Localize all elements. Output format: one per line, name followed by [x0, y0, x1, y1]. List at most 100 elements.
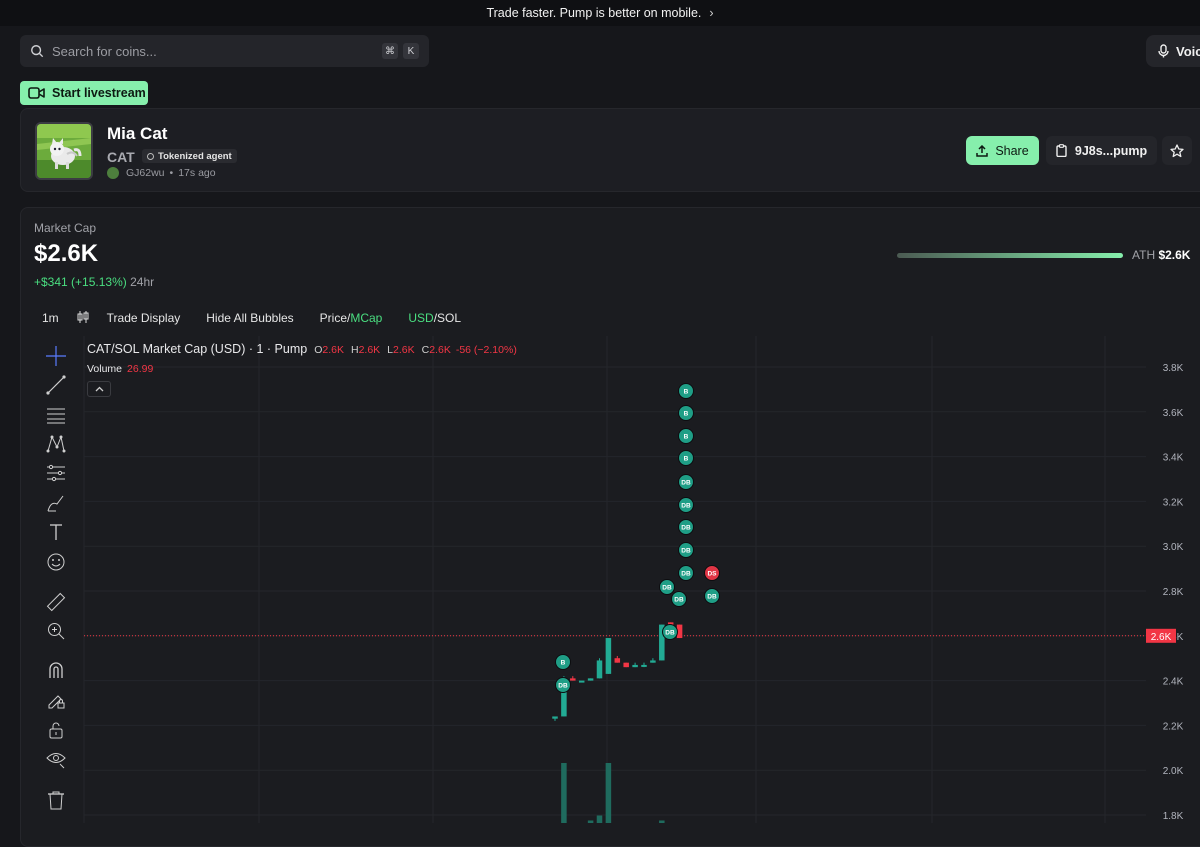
bubble-label: DB	[674, 597, 684, 604]
price-option: Price/	[319, 311, 351, 325]
bubble-label: DB	[681, 503, 691, 510]
pattern-icon[interactable]	[44, 432, 68, 456]
sol-option: /SOL	[433, 311, 462, 325]
candle-body	[650, 660, 656, 663]
ath-progress-bar	[897, 253, 1123, 258]
crosshair-icon[interactable]	[44, 344, 68, 368]
mcap-option: MCap	[350, 311, 383, 325]
projection-icon[interactable]	[44, 461, 68, 485]
candle-type-icon[interactable]	[77, 310, 89, 327]
y-tick-label: 3.0K	[1163, 542, 1184, 553]
trash-icon[interactable]	[44, 788, 68, 812]
y-tick-label: 2.0K	[1163, 766, 1184, 777]
candle-body	[552, 716, 558, 719]
coin-image[interactable]	[35, 122, 93, 180]
coin-name: Mia Cat	[107, 124, 168, 143]
promo-banner[interactable]: Trade faster. Pump is better on mobile. …	[0, 0, 1200, 26]
text-icon[interactable]	[44, 520, 68, 544]
usd-option: USD	[408, 311, 434, 325]
volume-value: 26.99	[127, 363, 154, 375]
copy-address-button[interactable]: 9J8s...pump	[1046, 136, 1157, 165]
clipboard-icon	[1056, 144, 1067, 157]
candle-body	[614, 658, 621, 663]
legend-h-label: H	[350, 344, 359, 356]
volume-bar	[561, 763, 567, 823]
interval-selector[interactable]: 1m	[42, 311, 59, 325]
shortcut-key-k: K	[403, 43, 419, 59]
collapse-legend-button[interactable]	[87, 381, 111, 397]
zoom-in-icon[interactable]	[44, 619, 68, 643]
chart-legend: CAT/SOL Market Cap (USD) · 1 · Pump O 2.6…	[87, 342, 517, 356]
microphone-icon	[1158, 44, 1169, 58]
change-value: +$341 (+15.13%)	[34, 275, 127, 289]
ruler-icon[interactable]	[44, 590, 68, 614]
candle-body	[641, 664, 647, 667]
star-icon	[1170, 143, 1184, 157]
bubble-label: DB	[665, 630, 675, 637]
y-tick-label: 3.4K	[1163, 453, 1184, 464]
voice-label: Voic	[1176, 43, 1200, 59]
bubble-label: DB	[662, 585, 672, 592]
change-period: 24hr	[130, 275, 155, 289]
trade-display-toggle[interactable]: Trade Display	[107, 311, 181, 325]
bubble-label: DB	[707, 594, 717, 601]
legend-change: -56 (−2.10%)	[455, 344, 517, 356]
candle-body	[623, 662, 629, 668]
badge-label: Tokenized agent	[158, 150, 232, 162]
price-mcap-toggle[interactable]: Price/MCap	[320, 311, 383, 325]
candle-body	[578, 680, 585, 683]
chart-toolbar: 1m Trade Display Hide All Bubbles Price/…	[42, 310, 487, 326]
candle-body	[632, 664, 638, 668]
ath-indicator: ATH $2.6K	[1132, 248, 1190, 262]
legend-c-value: 2.6K	[429, 344, 451, 356]
bubble-label: DS	[707, 571, 717, 578]
coin-header: Mia Cat CAT Tokenized agent GJ62wu • 17s…	[20, 108, 1200, 192]
share-label: Share	[995, 143, 1029, 158]
legend-o-label: O	[314, 344, 323, 356]
y-tick-label: 2.4K	[1163, 677, 1184, 688]
coin-age: 17s ago	[178, 167, 216, 179]
bubble-label: B	[684, 434, 689, 441]
volume-bar	[605, 763, 612, 823]
start-livestream-button[interactable]: Start livestream	[20, 81, 148, 105]
voice-button[interactable]: Voic	[1146, 35, 1200, 67]
candle-body	[587, 678, 594, 681]
ath-progress-fill	[897, 253, 1123, 258]
currency-toggle[interactable]: USD/SOL	[408, 311, 461, 325]
hide-bubbles-toggle[interactable]: Hide All Bubbles	[206, 311, 293, 325]
current-price-label: 2.6K	[1151, 632, 1172, 643]
emoji-icon[interactable]	[44, 550, 68, 574]
trend-line-icon[interactable]	[44, 373, 68, 397]
search-bar[interactable]: Search for coins... ⌘ K	[20, 35, 429, 67]
search-icon	[31, 45, 44, 58]
market-cap-label: Market Cap	[34, 221, 97, 235]
separator-dot: •	[169, 167, 174, 179]
coin-picture	[37, 124, 91, 178]
share-button[interactable]: Share	[966, 136, 1039, 165]
candle-body	[605, 638, 612, 674]
bubble-label: DB	[681, 525, 691, 532]
address-label: 9J8s...pump	[1074, 143, 1148, 158]
bubble-label: DB	[681, 480, 691, 487]
market-cap-change: +$341 (+15.13%) 24hr	[34, 275, 154, 289]
fib-retracement-icon[interactable]	[44, 403, 68, 427]
tokenized-agent-badge: Tokenized agent	[142, 149, 237, 163]
bubble-label: B	[684, 411, 689, 418]
chevron-up-icon	[95, 386, 103, 392]
creator-info[interactable]: GJ62wu • 17s ago	[107, 167, 216, 179]
favorite-button[interactable]	[1162, 136, 1192, 165]
brush-icon[interactable]	[44, 491, 68, 515]
bubble-label: B	[561, 660, 566, 667]
promo-text: Trade faster. Pump is better on mobile.	[486, 6, 702, 20]
lock-drawing-icon[interactable]	[44, 688, 68, 712]
magnet-icon[interactable]	[44, 658, 68, 682]
creator-avatar	[107, 167, 119, 179]
price-chart[interactable]: 3.8K 3.6K 3.4K 3.2K 3.0K 2.8K 2.6K 2.4K 2.2K 2.0K…	[34, 336, 1200, 823]
legend-title: CAT/SOL Market Cap (USD) · 1 · Pump	[87, 342, 308, 356]
eye-icon[interactable]	[44, 746, 68, 770]
bubble-label: DB	[681, 571, 691, 578]
video-camera-icon	[28, 87, 45, 99]
ath-label: ATH	[1132, 248, 1156, 262]
legend-h-value: 2.6K	[358, 344, 381, 356]
unlock-icon[interactable]	[44, 718, 68, 742]
